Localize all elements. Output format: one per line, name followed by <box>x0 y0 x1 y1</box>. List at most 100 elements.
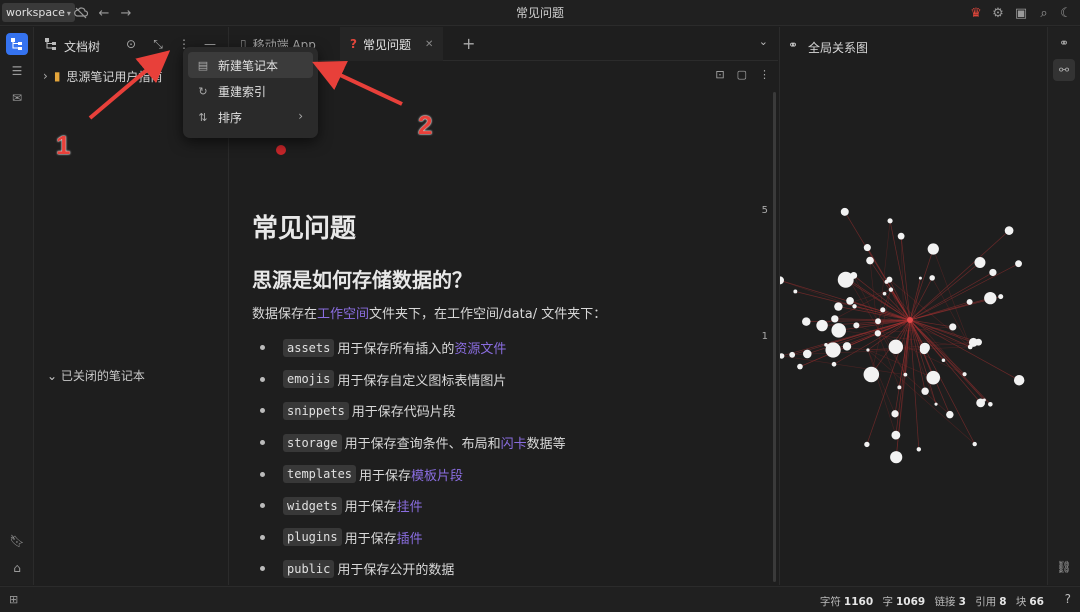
tab-faq[interactable]: ? 常见问题 ✕ <box>340 27 444 61</box>
graph-node[interactable] <box>874 330 882 337</box>
graph-node[interactable] <box>866 348 870 352</box>
graph-node[interactable] <box>853 322 860 329</box>
link-icon[interactable]: ⛓ <box>1053 556 1075 578</box>
graph-node[interactable] <box>946 410 954 419</box>
list-item[interactable]: emojis 用于保存自定义图标表情图片 <box>252 364 566 396</box>
list-item[interactable]: widgets 用于保存 挂件 <box>252 490 566 522</box>
graph-node[interactable] <box>816 319 828 332</box>
graph-node[interactable] <box>949 323 957 331</box>
menu-item-rebuild-index[interactable]: ↻ 重建索引 <box>188 78 313 104</box>
graph-node[interactable] <box>1015 260 1022 268</box>
list-item[interactable]: assets 用于保存所有插入的 资源文件 <box>252 332 566 364</box>
inbox-icon[interactable]: ✉ <box>6 87 28 109</box>
graph-node[interactable] <box>887 218 893 224</box>
graph-node[interactable] <box>837 271 854 288</box>
outline-icon[interactable]: ☰ <box>6 60 28 82</box>
closed-notebooks-toggle[interactable]: ⌄ 已关闭的笔记本 <box>47 367 145 384</box>
graph-node[interactable] <box>976 398 986 408</box>
graph-node[interactable] <box>863 244 871 252</box>
list-item[interactable]: public 用于保存公开的数据 <box>252 553 566 585</box>
graph-node[interactable] <box>890 451 903 464</box>
graph-node[interactable] <box>897 385 902 390</box>
focus-icon[interactable]: ⊙ <box>123 36 139 52</box>
list-item-link[interactable]: 资源文件 <box>454 338 506 357</box>
list-item-link[interactable]: 挂件 <box>397 496 423 515</box>
lock-icon[interactable]: ⊡ <box>715 68 724 81</box>
bookmark-icon[interactable]: 🔖︎ <box>6 530 28 552</box>
graph-node[interactable] <box>989 268 997 277</box>
graph-node[interactable] <box>831 361 837 367</box>
graph-center-node[interactable] <box>907 317 913 323</box>
graph-node[interactable] <box>891 410 899 418</box>
graph-node[interactable] <box>891 430 901 440</box>
more-icon[interactable]: ⋮ <box>759 68 770 81</box>
graph-node[interactable] <box>780 353 785 359</box>
graph-node[interactable] <box>884 279 889 284</box>
close-icon[interactable]: ✕ <box>425 39 433 50</box>
cloud-sync-icon[interactable] <box>72 4 90 22</box>
graph-node[interactable] <box>972 441 977 447</box>
terminal-icon[interactable]: ▣ <box>1012 4 1030 22</box>
graph-node[interactable] <box>919 342 930 353</box>
heading-2[interactable]: 思源是如何存储数据的？ <box>252 264 472 293</box>
menu-item-sort[interactable]: ⇅ 排序 › <box>188 104 313 130</box>
graph-node[interactable] <box>962 372 967 377</box>
graph-node[interactable] <box>846 297 854 305</box>
graph-node[interactable] <box>789 351 796 358</box>
list-item[interactable]: storage 用于保存查询条件、布局和 闪卡 数据等 <box>252 427 566 459</box>
list-item[interactable]: plugins 用于保存 插件 <box>252 522 566 554</box>
list-item[interactable]: templates 用于保存 模板片段 <box>252 458 566 490</box>
graph-node[interactable] <box>888 287 894 292</box>
chevron-down-icon[interactable]: ⌄ <box>759 35 768 48</box>
graph-node[interactable] <box>831 323 846 338</box>
graph-node[interactable] <box>1013 375 1025 386</box>
list-item-link[interactable]: 模板片段 <box>411 465 463 484</box>
graph-icon[interactable]: ⚭ <box>1053 32 1075 54</box>
graph-node[interactable] <box>824 343 828 347</box>
graph-node[interactable] <box>842 342 852 351</box>
graph-node[interactable] <box>916 447 922 452</box>
graph-node[interactable] <box>988 401 993 407</box>
graph-node[interactable] <box>974 257 986 268</box>
search-icon[interactable]: ⌕ <box>1035 4 1053 22</box>
graph-node[interactable] <box>831 315 839 323</box>
graph-node[interactable] <box>840 207 849 216</box>
paragraph[interactable]: 数据保存在工作空间文件夹下，在工作空间/data/ 文件夹下： <box>252 303 606 322</box>
scrollbar[interactable] <box>773 92 776 582</box>
link-workspace[interactable]: 工作空间 <box>317 307 369 322</box>
graph-node[interactable] <box>802 317 811 326</box>
graph-node[interactable] <box>793 289 798 294</box>
add-tab-icon[interactable]: + <box>462 34 475 53</box>
graph-node[interactable] <box>934 402 938 406</box>
collapse-icon[interactable]: ⤡ <box>150 36 166 52</box>
graph-node[interactable] <box>864 441 870 448</box>
graph-node[interactable] <box>918 276 922 280</box>
graph-node[interactable] <box>882 291 887 296</box>
graph-node[interactable] <box>797 363 803 370</box>
graph-node[interactable] <box>984 291 997 305</box>
doc-icon[interactable]: ▢ <box>737 68 747 81</box>
chevron-right-icon[interactable]: › <box>43 69 48 83</box>
graph-node[interactable] <box>926 370 941 385</box>
graph-node[interactable] <box>866 256 874 265</box>
plugin-icon[interactable]: ⚙ <box>989 4 1007 22</box>
help-icon[interactable]: ? <box>1065 592 1071 606</box>
graph-node[interactable] <box>802 349 812 359</box>
graph-node[interactable] <box>903 372 908 377</box>
list-item-link[interactable]: 插件 <box>397 528 423 547</box>
block-ref-count[interactable]: 5 <box>762 205 768 216</box>
graph-node[interactable] <box>834 302 843 311</box>
list-item[interactable]: snippets 用于保存代码片段 <box>252 395 566 427</box>
graph-node[interactable] <box>927 243 939 255</box>
back-arrow-icon[interactable]: ← <box>95 4 113 22</box>
graph-node[interactable] <box>780 276 784 285</box>
graph-node[interactable] <box>888 339 904 355</box>
block-ref-count[interactable]: 1 <box>762 331 768 342</box>
graph-node[interactable] <box>880 307 886 313</box>
graph-node[interactable] <box>968 337 978 347</box>
graph-node[interactable] <box>875 318 881 325</box>
theme-moon-icon[interactable]: ☾ <box>1057 4 1075 22</box>
dock-toggle-icon[interactable]: ⊞ <box>9 593 18 606</box>
menu-item-new-notebook[interactable]: ▤ 新建笔记本 <box>188 52 313 78</box>
doc-title[interactable]: 常见问题 <box>252 208 356 245</box>
